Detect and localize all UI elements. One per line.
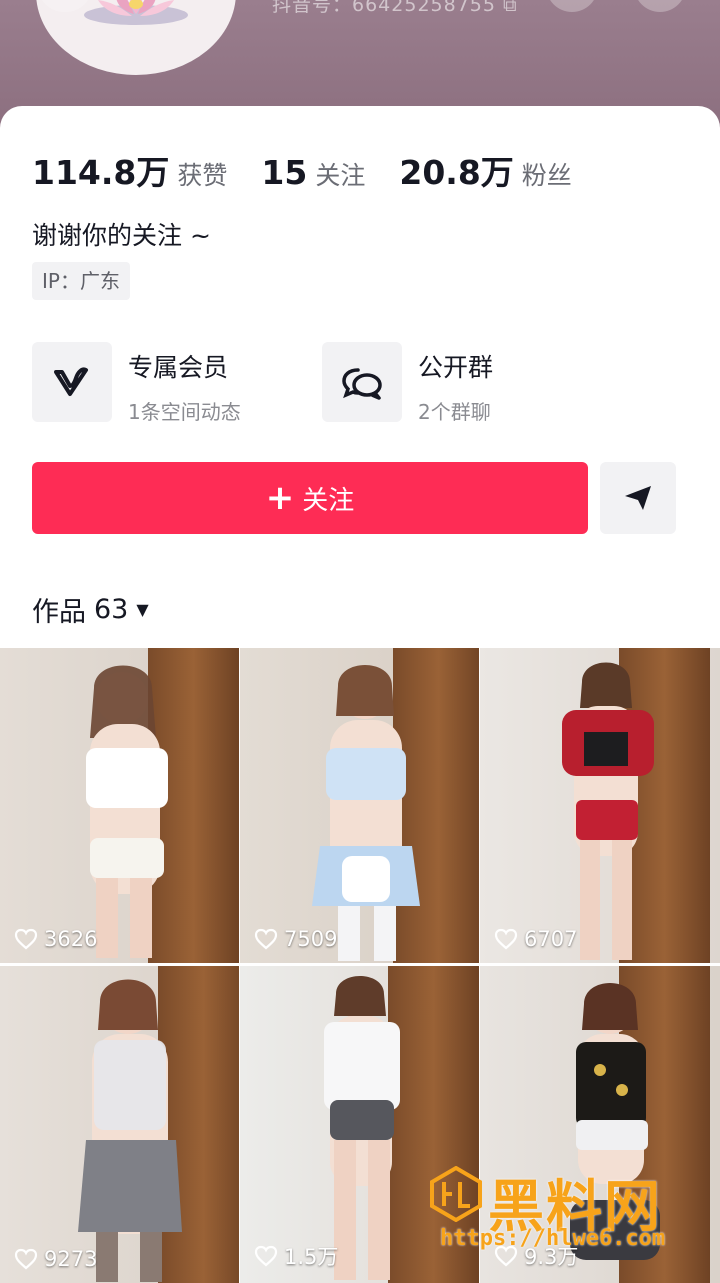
group-chat-icon xyxy=(322,342,402,422)
heart-icon xyxy=(494,928,518,950)
likes-value: 7509 xyxy=(284,927,338,951)
stat-followers-value: 20.8万 xyxy=(399,153,514,192)
header-more-button[interactable] xyxy=(634,0,686,12)
likes-count: 3626 xyxy=(14,927,97,951)
video-thumbnail[interactable]: 3626 xyxy=(0,648,239,963)
likes-count: 1.5万 xyxy=(254,1241,338,1271)
follow-button[interactable]: + 关注 xyxy=(32,462,588,534)
heart-icon xyxy=(14,928,38,950)
profile-bio: 谢谢你的关注 ~ xyxy=(32,221,211,250)
vip-v-icon xyxy=(32,342,112,422)
watermark-logo-icon xyxy=(430,1166,482,1222)
likes-count: 6707 xyxy=(494,927,577,951)
plus-icon: + xyxy=(265,478,295,518)
profile-stats: 114.8万 获赞 15 关注 20.8万 粉丝 xyxy=(32,146,606,194)
send-icon xyxy=(625,486,651,510)
stat-likes-value: 114.8万 xyxy=(32,153,170,192)
caret-down-icon: ▼ xyxy=(136,600,149,619)
likes-value: 3626 xyxy=(44,927,98,951)
works-label: 作品 xyxy=(32,597,86,628)
follow-label: 关注 xyxy=(302,485,355,516)
ip-location-tag: IP：广东 xyxy=(32,262,130,300)
feature-subtitle: 2个群聊 xyxy=(418,400,491,424)
douyin-id[interactable]: 抖音号：66425258755 ⧉ xyxy=(272,0,518,17)
feature-title: 专属会员 xyxy=(128,353,229,382)
stat-followers[interactable]: 20.8万 粉丝 xyxy=(399,146,571,194)
header-search-button[interactable] xyxy=(546,0,598,12)
feature-title: 公开群 xyxy=(418,353,494,382)
send-message-button[interactable] xyxy=(600,462,676,534)
video-thumbnail[interactable]: 7509 xyxy=(240,648,479,963)
watermark: 黑料网 https://hlwe6.com xyxy=(430,1162,700,1262)
lotus-avatar-image xyxy=(84,0,188,25)
works-tab[interactable]: 作品 63 ▼ xyxy=(32,590,149,629)
video-thumbnail[interactable]: 9273 xyxy=(0,966,239,1283)
stat-following-value: 15 xyxy=(261,153,308,192)
feature-subtitle: 1条空间动态 xyxy=(128,400,241,424)
watermark-url: https://hlwe6.com xyxy=(440,1226,666,1251)
heart-icon xyxy=(254,1245,278,1267)
heart-icon xyxy=(254,928,278,950)
stat-likes-label: 获赞 xyxy=(177,161,228,190)
likes-value: 6707 xyxy=(524,927,578,951)
feature-public-group[interactable]: 公开群 2个群聊 xyxy=(322,342,493,425)
stat-following-label: 关注 xyxy=(315,161,366,190)
works-count: 63 xyxy=(94,594,129,625)
feature-exclusive-member[interactable]: 专属会员 1条空间动态 xyxy=(32,342,241,425)
stat-following[interactable]: 15 关注 xyxy=(261,153,365,192)
likes-value: 9273 xyxy=(44,1247,98,1271)
likes-count: 9273 xyxy=(14,1247,97,1271)
likes-count: 7509 xyxy=(254,927,337,951)
stat-followers-label: 粉丝 xyxy=(521,161,572,190)
likes-value: 1.5万 xyxy=(284,1245,339,1269)
heart-icon xyxy=(14,1248,38,1270)
stat-likes[interactable]: 114.8万 获赞 xyxy=(32,146,227,194)
video-thumbnail[interactable]: 6707 xyxy=(480,648,720,963)
